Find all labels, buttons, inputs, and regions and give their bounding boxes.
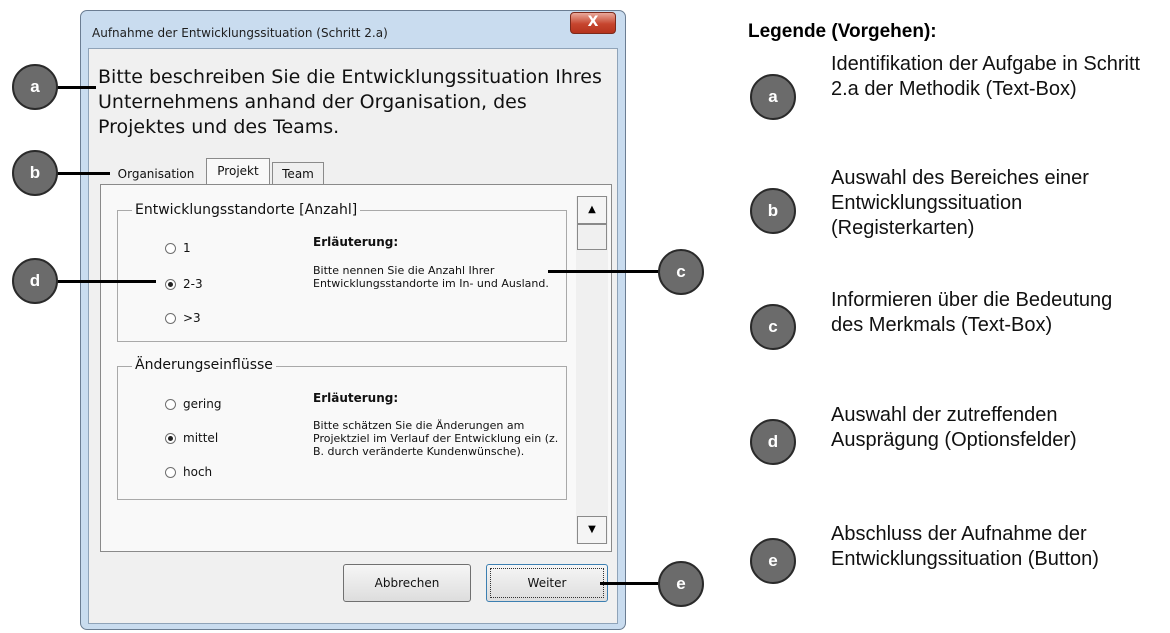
close-button[interactable]: X: [570, 12, 616, 34]
group-title: Entwicklungsstandorte [Anzahl]: [132, 201, 361, 219]
radio-option[interactable]: gering: [165, 397, 222, 411]
legend-marker-c: c: [750, 304, 796, 350]
callout-a: a: [12, 64, 58, 110]
radio-circle-selected[interactable]: [165, 432, 176, 444]
radio-option[interactable]: 1: [165, 241, 191, 255]
radio-label: hoch: [183, 465, 213, 479]
group-title: Änderungseinflüsse: [132, 356, 276, 374]
legend-marker-a: a: [750, 74, 796, 120]
callout-d: d: [12, 258, 58, 304]
next-button[interactable]: Weiter: [486, 564, 608, 602]
radio-label: 1: [183, 241, 191, 255]
radio-label: 2-3: [183, 277, 203, 291]
tab-projekt[interactable]: Projekt: [206, 158, 270, 184]
cancel-button[interactable]: Abbrechen: [343, 564, 471, 602]
callout-b: b: [12, 150, 58, 196]
radio-label: >3: [183, 311, 201, 325]
dialog-title: Aufnahme der Entwicklungssituation (Schr…: [92, 26, 388, 40]
radio-circle[interactable]: [165, 466, 176, 478]
callout-line-b: [56, 172, 110, 175]
explanation-heading: Erläuterung:: [313, 391, 399, 405]
legend-marker-b: b: [750, 188, 796, 234]
radio-option[interactable]: hoch: [165, 465, 212, 479]
callout-e: e: [658, 561, 704, 607]
radio-label: gering: [183, 397, 222, 411]
legend-item-c: Informieren über die Bedeutung des Merkm…: [831, 289, 1113, 336]
explanation-heading: Erläuterung:: [313, 235, 399, 249]
callout-line-e: [600, 582, 660, 585]
callout-line-a: [56, 86, 96, 89]
radio-circle-selected[interactable]: [165, 278, 176, 290]
legend-item-a: Identifikation der Aufgabe in Schritt 2.…: [831, 53, 1141, 100]
callout-line-c: [548, 270, 660, 273]
radio-option[interactable]: 2-3: [165, 277, 203, 291]
radio-circle[interactable]: [165, 312, 176, 324]
legend-marker-e: e: [750, 538, 796, 584]
radio-circle[interactable]: [165, 242, 176, 254]
tab-organisation[interactable]: Organisation: [108, 163, 204, 185]
explanation-text-box: Bitte schätzen Sie die Änderungen am Pro…: [313, 419, 559, 458]
callout-line-d: [56, 280, 156, 283]
legend-item-e: Abschluss der Aufnahme der Entwicklungss…: [831, 523, 1099, 570]
radio-circle[interactable]: [165, 398, 176, 410]
radio-label: mittel: [183, 431, 219, 445]
scroll-down-button[interactable]: ▼: [577, 516, 607, 544]
legend-title: Legende (Vorgehen):: [748, 21, 937, 42]
legend-item-d: Auswahl der zutreffenden Ausprägung (Opt…: [831, 404, 1077, 451]
legend-item-b: Auswahl des Bereiches einer Entwicklungs…: [831, 167, 1089, 239]
legend-marker-d: d: [750, 419, 796, 465]
callout-c: c: [658, 249, 704, 295]
intro-text-box: Bitte beschreiben Sie die Entwicklungssi…: [98, 66, 602, 138]
radio-option[interactable]: >3: [165, 311, 201, 325]
tab-team[interactable]: Team: [272, 162, 324, 184]
radio-option[interactable]: mittel: [165, 431, 218, 445]
explanation-text-box: Bitte nennen Sie die Anzahl Ihrer Entwic…: [313, 264, 549, 290]
scroll-up-button[interactable]: ▲: [577, 196, 607, 224]
scrollbar-thumb[interactable]: [577, 224, 607, 250]
